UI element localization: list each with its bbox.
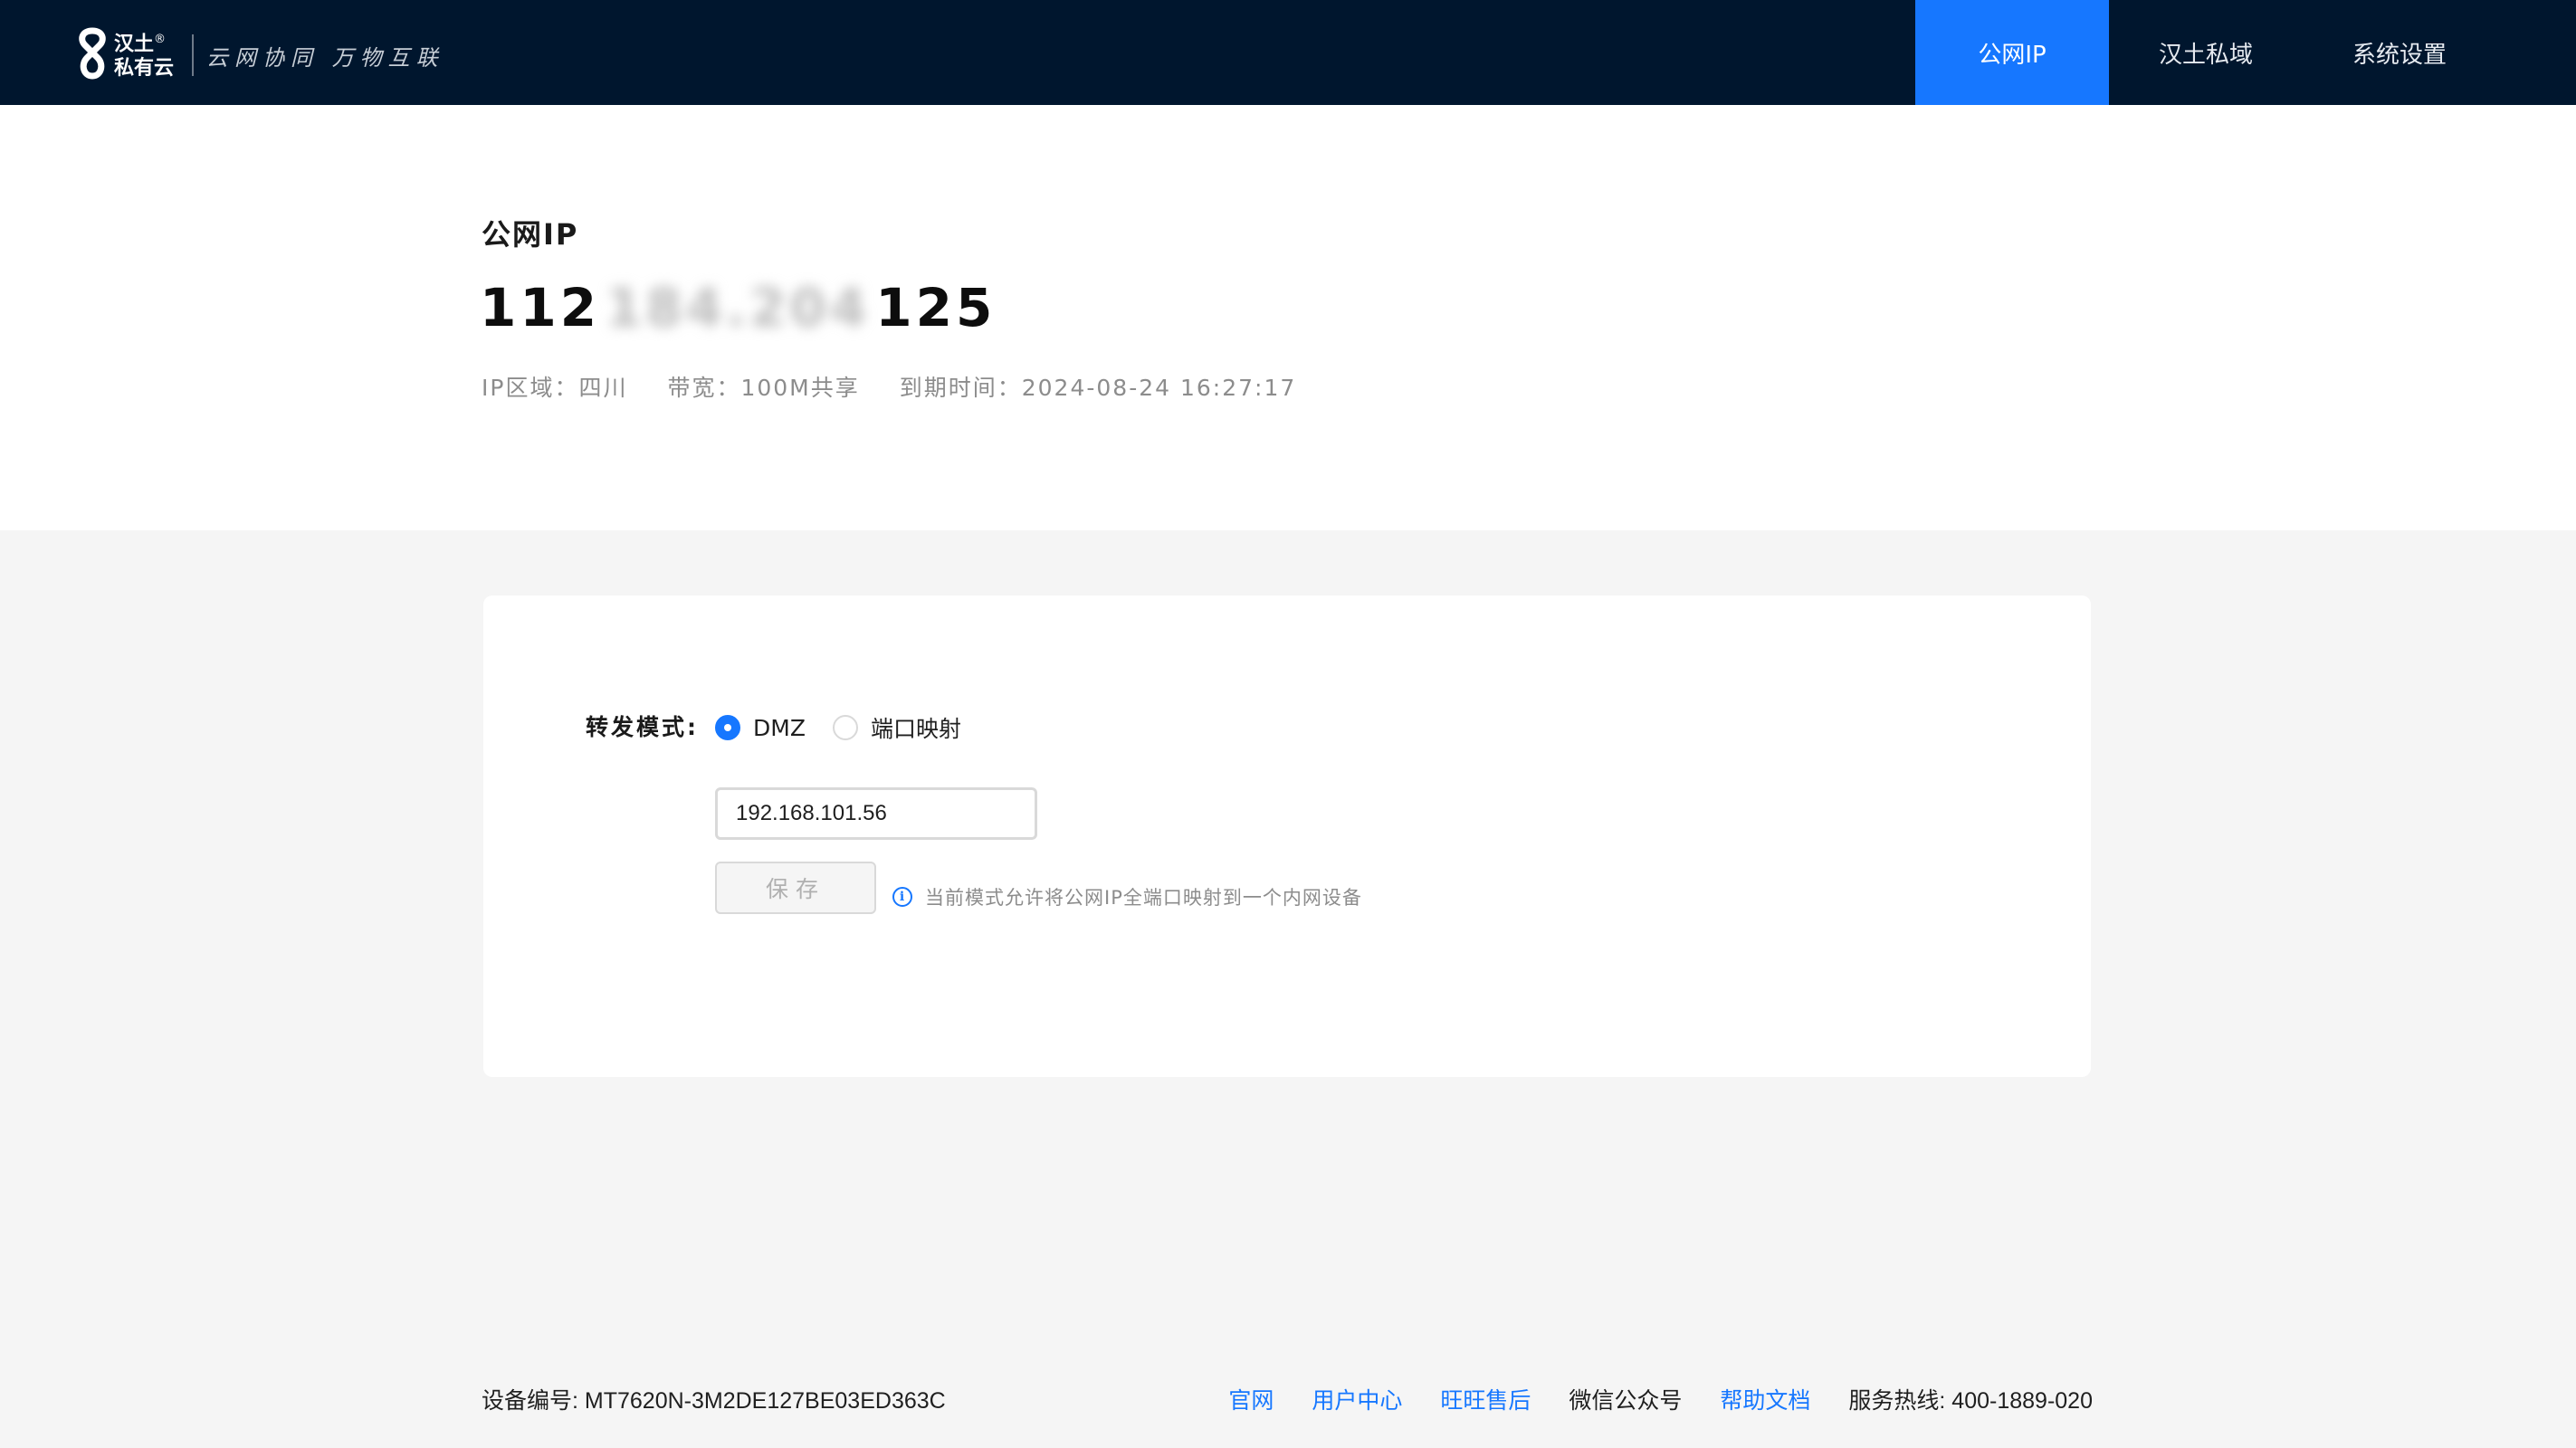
- footer-link-official-site[interactable]: 官网: [1228, 1383, 1274, 1415]
- brand-line2: 私有云: [114, 57, 175, 81]
- top-navigation-bar: 汉土® 私有云 云网协同 万物互联 公网IP 汉土私域 系统设置: [0, 0, 2576, 105]
- ip-bandwidth: 带宽：100M共享: [667, 375, 860, 401]
- mode-hint-text: 当前模式允许将公网IP全端口映射到一个内网设备: [925, 887, 1362, 909]
- main-nav: 公网IP 汉土私域 系统设置: [1915, 0, 2496, 105]
- save-button[interactable]: 保存: [715, 862, 876, 914]
- radio-port-mapping-label: 端口映射: [870, 716, 961, 742]
- footer-link-help-docs[interactable]: 帮助文档: [1720, 1383, 1810, 1415]
- public-ip-address: 112 184.204 125: [480, 277, 996, 338]
- nav-system-settings[interactable]: 系统设置: [2303, 0, 2496, 105]
- brand-line1: 汉土: [114, 33, 155, 56]
- ip-expiry: 到期时间：2024-08-24 16:27:17: [899, 375, 1297, 401]
- footer-link-aftersales[interactable]: 旺旺售后: [1440, 1383, 1531, 1415]
- radio-dmz-label: DMZ: [753, 714, 806, 741]
- logo-divider: [192, 34, 194, 76]
- nav-public-ip[interactable]: 公网IP: [1915, 0, 2109, 105]
- brand-name: 汉土® 私有云: [114, 27, 174, 81]
- footer: 设备编号: MT7620N-3M2DE127BE03ED363C 官网 用户中心…: [482, 1381, 2093, 1417]
- radio-port-mapping[interactable]: 端口映射: [832, 711, 961, 744]
- ip-suffix: 125: [875, 277, 997, 338]
- ip-meta-info: IP区域：四川 带宽：100M共享 到期时间：2024-08-24 16:27:…: [482, 370, 1296, 403]
- nav-hantu-private-domain[interactable]: 汉土私域: [2109, 0, 2303, 105]
- footer-link-user-center[interactable]: 用户中心: [1312, 1383, 1402, 1415]
- forward-settings-card: 转发模式: DMZ 端口映射 保存 i 当前模式允许将公网IP全端口映射到一个内…: [483, 595, 2091, 1077]
- ip-prefix: 112: [480, 277, 601, 338]
- dmz-ip-input[interactable]: [715, 787, 1037, 840]
- service-hotline: 服务热线: 400-1889-020: [1848, 1388, 2093, 1414]
- device-id: 设备编号: MT7620N-3M2DE127BE03ED363C: [482, 1388, 946, 1414]
- hantu-logo-icon: [79, 27, 106, 80]
- radio-dmz[interactable]: DMZ: [715, 715, 806, 741]
- ip-region: IP区域：四川: [482, 375, 628, 401]
- info-icon: i: [892, 887, 912, 907]
- brand-slogan: 云网协同 万物互联: [206, 45, 444, 71]
- public-ip-summary: 公网IP 112 184.204 125 IP区域：四川 带宽：100M共享 到…: [0, 105, 2576, 530]
- footer-wechat[interactable]: 微信公众号: [1569, 1383, 1682, 1415]
- page-title: 公网IP: [482, 217, 579, 252]
- footer-links: 官网 用户中心 旺旺售后 微信公众号 帮助文档 服务热线: 400-1889-0…: [1228, 1383, 2093, 1415]
- registered-mark: ®: [154, 33, 167, 46]
- mode-hint: i 当前模式允许将公网IP全端口映射到一个内网设备: [892, 883, 1362, 910]
- forward-mode-label: 转发模式:: [586, 714, 699, 740]
- radio-unchecked-icon[interactable]: [832, 715, 858, 740]
- forward-mode-radio-group: DMZ 端口映射: [715, 711, 988, 744]
- ip-masked-part: 184.204: [606, 277, 871, 338]
- radio-checked-icon[interactable]: [715, 715, 740, 740]
